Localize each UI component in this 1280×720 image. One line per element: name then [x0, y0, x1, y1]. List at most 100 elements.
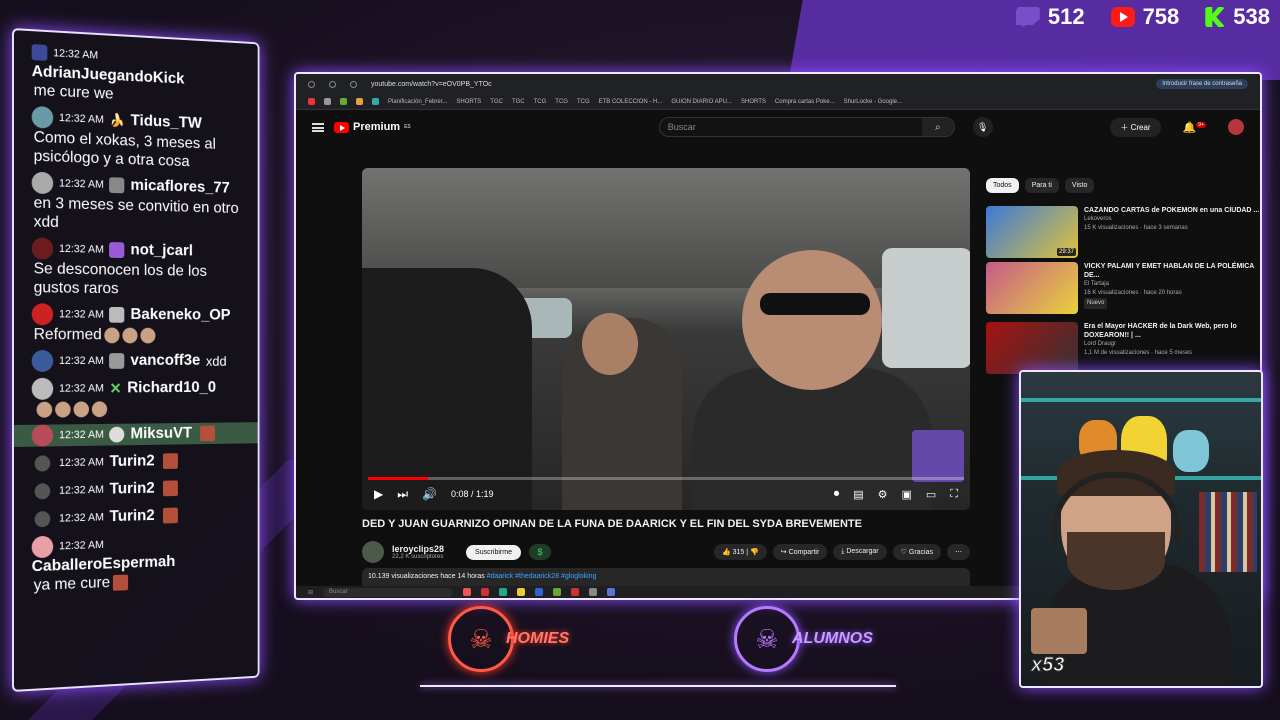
password-prompt-button[interactable]: Introducir frase de contraseña	[1156, 79, 1248, 89]
account-avatar[interactable]	[1228, 119, 1244, 135]
mic-icon[interactable]: 🎙	[972, 117, 993, 137]
bookmark-icon[interactable]	[324, 98, 331, 105]
user-icon	[34, 455, 51, 472]
app-icon[interactable]	[553, 588, 562, 596]
chat-time: 12:32 AM	[59, 483, 104, 497]
chip-for-you[interactable]: Para ti	[1024, 178, 1059, 193]
video-thumbnail[interactable]	[986, 262, 1078, 314]
bookmark-item[interactable]: ETB COLECCION - H...	[599, 99, 663, 105]
chat-username[interactable]: micaflores_77	[130, 177, 229, 198]
app-icon[interactable]	[589, 588, 598, 596]
emote-icon	[73, 401, 89, 418]
download-button[interactable]: ⤓ Descargar	[833, 544, 887, 560]
chat-username[interactable]: Bakeneko_OP	[130, 306, 230, 324]
play-icon[interactable]: ▶	[374, 487, 383, 501]
rec-channel[interactable]: Lord Draugr	[1084, 340, 1260, 349]
join-money-icon[interactable]: $	[528, 544, 551, 560]
app-icon[interactable]	[535, 588, 544, 596]
bookmark-item[interactable]: TCG	[555, 99, 568, 105]
x-badge-icon: ✕	[109, 380, 122, 398]
bookmark-item[interactable]: Planificación_Febrer...	[388, 99, 447, 105]
bookmark-item[interactable]: Compra cartas Poke...	[775, 99, 835, 105]
homies-logo: ☠ HOMIES	[448, 606, 569, 672]
captions-icon[interactable]: ▤	[853, 488, 863, 501]
bookmark-icon[interactable]	[356, 98, 363, 105]
miniplayer-icon[interactable]: ▣	[901, 488, 911, 501]
youtube-logo[interactable]: Premium ES	[334, 121, 411, 133]
video-thumbnail[interactable]	[986, 322, 1078, 374]
bookmark-icon[interactable]	[308, 98, 315, 105]
start-icon[interactable]: ⊞	[308, 589, 313, 596]
bookmark-icon[interactable]	[372, 98, 379, 105]
rec-channel[interactable]: El Tartaja	[1084, 280, 1260, 289]
autoplay-toggle[interactable]: ⏺	[834, 488, 840, 501]
rec-title[interactable]: Era el Mayor HACKER de la Dark Web, pero…	[1084, 322, 1260, 340]
rec-title[interactable]: CAZANDO CARTAS de POKEMON en una CIUDAD …	[1084, 206, 1259, 215]
chat-username[interactable]: not_jcarl	[130, 242, 192, 261]
theater-icon[interactable]: ▭	[926, 488, 936, 501]
like-button[interactable]: 👍 315 | 👎	[713, 544, 767, 560]
description-box[interactable]: 10.139 visualizaciones hace 14 horas #da…	[362, 568, 970, 586]
bookmark-item[interactable]: SHORTS	[741, 99, 766, 105]
forward-icon[interactable]	[329, 80, 336, 88]
app-icon[interactable]	[571, 588, 580, 596]
app-icon[interactable]	[499, 588, 508, 596]
chat-username[interactable]: Turin2	[110, 480, 155, 499]
hashtags[interactable]: #daarick #thedaarick28 #glogloking	[487, 573, 597, 580]
rec-title[interactable]: VICKY PALAMI Y EMET HABLAN DE LA POLÉMIC…	[1084, 262, 1260, 280]
taskbar-search[interactable]: Buscar	[323, 587, 454, 597]
chat-username[interactable]: Turin2	[110, 507, 155, 526]
app-icon[interactable]	[481, 588, 490, 596]
fullscreen-icon[interactable]: ⛶	[950, 488, 958, 501]
video-frame-seat	[362, 268, 532, 510]
settings-icon[interactable]: ⚙	[878, 488, 888, 501]
bookmark-item[interactable]: ShurLocke - Google...	[844, 99, 902, 105]
recommendation-item[interactable]: 29:37 CAZANDO CARTAS de POKEMON en una C…	[986, 206, 1260, 258]
share-button[interactable]: ↪ Compartir	[772, 544, 828, 560]
menu-icon[interactable]	[312, 122, 324, 132]
bookmark-icon[interactable]	[340, 98, 347, 105]
app-icon[interactable]	[463, 588, 472, 596]
back-icon[interactable]	[308, 80, 315, 88]
subscribe-button[interactable]: Suscribirme	[466, 544, 521, 560]
recommendation-item[interactable]: VICKY PALAMI Y EMET HABLAN DE LA POLÉMIC…	[986, 262, 1260, 314]
chat-username[interactable]: vancoff3e	[130, 352, 200, 370]
youtube-count: 758	[1142, 4, 1180, 29]
next-icon[interactable]: ⏭	[397, 487, 408, 502]
bookshelf	[1199, 492, 1257, 572]
bookmark-item[interactable]: TGC	[490, 99, 503, 105]
app-icon[interactable]	[517, 588, 526, 596]
progress-bar[interactable]	[368, 477, 964, 480]
dislike-icon[interactable]: 👎	[750, 549, 759, 556]
video-thumbnail[interactable]: 29:37	[986, 206, 1078, 258]
video-player[interactable]: ▶ ⏭ 🔊 0:08 / 1:19 ⏺ ▤ ⚙ ▣ ▭ ⛶	[362, 168, 970, 510]
chip-all[interactable]: Todos	[986, 178, 1019, 193]
create-button[interactable]: ＋ Crear	[1110, 117, 1161, 137]
channel-name[interactable]: leroyclips28	[392, 544, 444, 554]
app-icon[interactable]	[607, 588, 616, 596]
search-input[interactable]: Buscar ⌕	[658, 117, 955, 137]
chat-username[interactable]: MiksuVT	[130, 425, 192, 443]
bookmark-item[interactable]: TCG	[577, 99, 590, 105]
chat-username[interactable]: Richard10_0	[127, 379, 216, 397]
search-button[interactable]: ⌕	[921, 118, 954, 136]
rec-meta: 15 K visualizaciones · hace 3 semanas	[1084, 225, 1188, 231]
bell-icon[interactable]: 🔔 9+	[1183, 121, 1206, 134]
recommendation-item[interactable]: Era el Mayor HACKER de la Dark Web, pero…	[986, 322, 1260, 374]
bookmark-item[interactable]: GUION DIARIO APU...	[671, 99, 732, 105]
volume-icon[interactable]: 🔊	[422, 487, 437, 501]
more-actions-icon[interactable]: ⋯	[947, 544, 970, 560]
url-field[interactable]: youtube.com/watch?v=eOV0PB_YTOc	[371, 81, 1142, 88]
channel-watermark[interactable]	[912, 430, 964, 482]
thanks-button[interactable]: ♡ Gracias	[892, 544, 941, 560]
chat-username[interactable]: Tidus_TW	[131, 112, 202, 133]
emote-icon	[122, 327, 138, 344]
channel-avatar[interactable]	[362, 541, 384, 563]
chip-watched[interactable]: Visto	[1064, 178, 1095, 193]
bookmark-item[interactable]: TCG	[534, 99, 547, 105]
chat-username[interactable]: Turin2	[110, 453, 155, 471]
bookmark-item[interactable]: SHORTS	[456, 99, 481, 105]
bookmark-item[interactable]: TGC	[512, 99, 525, 105]
rec-channel[interactable]: Lekoveros	[1084, 215, 1259, 224]
reload-icon[interactable]	[350, 80, 357, 88]
